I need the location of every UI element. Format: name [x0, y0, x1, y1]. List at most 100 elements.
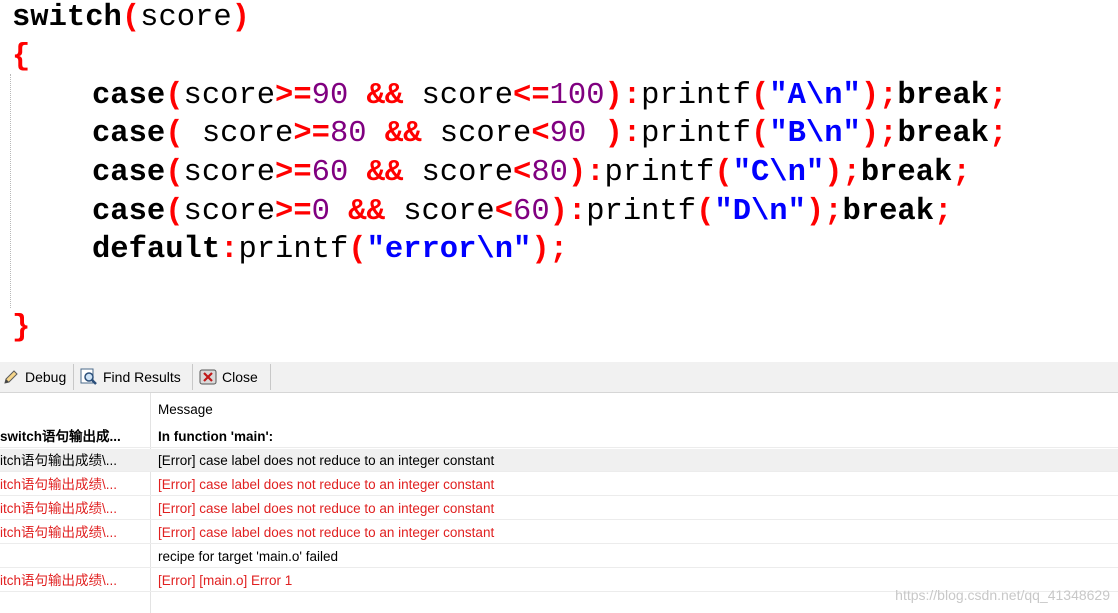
tab-find-results[interactable]: Find Results: [80, 364, 193, 390]
code-token: case: [92, 117, 166, 151]
message-column-header[interactable]: Message: [158, 402, 213, 417]
code-line: case(score>=0 && score<60):printf("D\n")…: [92, 194, 952, 230]
code-token: (: [348, 233, 367, 267]
message-text: In function 'main':: [158, 429, 274, 444]
message-text: [Error] case label does not reduce to an…: [158, 477, 495, 492]
message-text: [Error] case label does not reduce to an…: [158, 501, 495, 516]
code-token: <: [513, 156, 532, 190]
message-file: itch语句输出成绩\...: [0, 453, 118, 468]
code-token: >=: [275, 79, 312, 113]
code-token: break: [860, 156, 953, 190]
code-token: &&: [366, 79, 404, 113]
code-token: "D\n": [714, 195, 806, 229]
magnifier-icon: [80, 368, 98, 386]
message-file: itch语句输出成绩\...: [0, 477, 118, 492]
code-token: &&: [384, 117, 422, 151]
message-file: switch语句输出成...: [0, 429, 121, 444]
code-line: default:printf("error\n");: [92, 232, 568, 268]
watermark: https://blog.csdn.net/qq_41348629: [895, 587, 1110, 603]
code-editor[interactable]: switch(score){case(score>=90 && score<=1…: [0, 0, 1118, 356]
code-token: }: [12, 311, 31, 345]
code-token: >=: [293, 117, 330, 151]
code-token: ):: [567, 156, 605, 190]
code-token: (: [165, 79, 184, 113]
pencil-icon: [2, 368, 20, 386]
tab-close-label: Close: [222, 369, 258, 385]
code-token: ;: [934, 195, 953, 229]
message-row[interactable]: itch语句输出成绩\... [Error] case label does no…: [0, 473, 1118, 496]
code-token: printf: [604, 156, 715, 190]
code-line: case(score>=60 && score<80):printf("C\n"…: [92, 155, 971, 191]
code-token: (: [750, 79, 770, 113]
code-token: "error\n": [366, 233, 532, 267]
code-token: 0: [311, 195, 330, 229]
code-token: break: [897, 79, 989, 113]
code-token: score: [384, 195, 495, 229]
panel-tabs: Debug Find Results Close: [0, 362, 1118, 393]
message-row[interactable]: itch语句输出成绩\... [Error] case label does no…: [0, 449, 1118, 472]
code-line: switch(score): [12, 0, 250, 36]
message-file: itch语句输出成绩\...: [0, 501, 118, 516]
code-line: case( score>=80 && score<90 ):printf("B\…: [92, 116, 1007, 152]
code-token: 60: [311, 156, 349, 190]
code-token: "B\n": [769, 117, 861, 151]
code-token: <=: [513, 79, 550, 113]
code-token: &&: [348, 195, 385, 229]
message-text: [Error] case label does not reduce to an…: [158, 525, 495, 540]
compiler-messages: Message switch语句输出成... In function 'main'…: [0, 393, 1118, 613]
tab-debug[interactable]: Debug: [2, 364, 74, 390]
tab-close[interactable]: Close: [199, 364, 271, 390]
code-token: );: [805, 195, 843, 229]
code-token: "C\n": [732, 156, 825, 190]
code-token: printf: [641, 117, 751, 151]
message-row[interactable]: itch语句输出成绩\... [Error] case label does no…: [0, 497, 1118, 520]
code-token: (: [165, 156, 184, 190]
code-token: break: [897, 117, 989, 151]
code-token: {: [12, 40, 31, 74]
code-token: ;: [988, 79, 1008, 113]
message-row[interactable]: switch语句输出成... In function 'main':: [0, 425, 1118, 448]
code-token: ;: [988, 117, 1008, 151]
code-token: ): [231, 1, 250, 35]
code-token: score: [183, 156, 276, 190]
message-row[interactable]: itch语句输出成绩\... [Error] case label does no…: [0, 521, 1118, 544]
code-token: case: [92, 156, 166, 190]
message-file: itch语句输出成绩\...: [0, 525, 118, 540]
code-token: );: [531, 233, 568, 267]
tab-find-results-label: Find Results: [103, 369, 181, 385]
code-token: switch: [12, 1, 122, 35]
close-icon: [199, 368, 217, 386]
code-token: (: [751, 117, 770, 151]
code-token: >=: [275, 195, 312, 229]
code-line: }: [12, 310, 30, 346]
tab-debug-label: Debug: [25, 369, 67, 385]
code-token: >=: [275, 156, 312, 190]
message-row[interactable]: recipe for target 'main.o' failed: [0, 545, 1118, 568]
code-token: (: [714, 156, 733, 190]
code-token: ):: [604, 79, 642, 113]
code-token: score: [421, 117, 532, 151]
code-token: (: [165, 195, 184, 229]
code-token: case: [92, 79, 166, 113]
code-token: 100: [549, 79, 605, 113]
code-token: score: [403, 79, 514, 113]
code-token: printf: [238, 233, 349, 267]
code-token: "A\n": [769, 79, 861, 113]
message-text: recipe for target 'main.o' failed: [158, 549, 338, 564]
code-token: score: [183, 195, 276, 229]
code-line: case(score>=90 && score<=100):printf("A\…: [92, 78, 1007, 114]
code-token: (: [121, 1, 141, 35]
code-token: );: [860, 79, 898, 113]
code-token: <: [494, 195, 514, 229]
code-token: ):: [549, 195, 587, 229]
code-token: 60: [513, 195, 550, 229]
code-line: {: [12, 39, 30, 75]
code-token: score: [140, 1, 232, 35]
code-token: &&: [366, 156, 404, 190]
code-token: printf: [586, 195, 697, 229]
